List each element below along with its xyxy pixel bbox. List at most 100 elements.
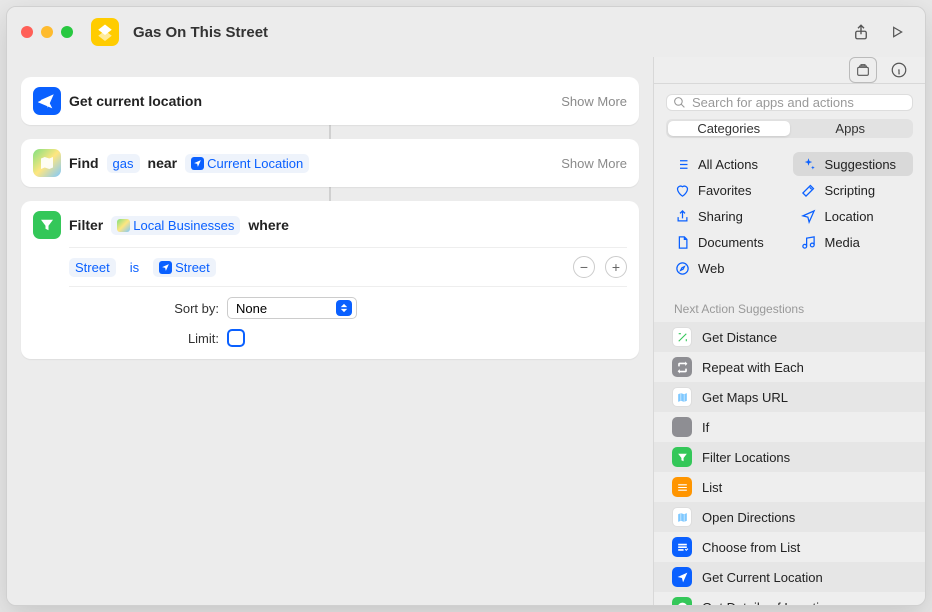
close-window-button[interactable] bbox=[21, 26, 33, 38]
titlebar: Gas On This Street bbox=[7, 7, 925, 57]
condition-operator[interactable]: is bbox=[124, 258, 145, 277]
limit-checkbox[interactable] bbox=[227, 329, 245, 347]
select-arrows-icon bbox=[336, 300, 352, 316]
limit-label: Limit: bbox=[69, 331, 219, 346]
share-icon bbox=[674, 208, 690, 224]
category-documents[interactable]: Documents bbox=[666, 230, 787, 254]
suggestion-label: Repeat with Each bbox=[702, 360, 804, 375]
suggestion-item[interactable]: Open Directions bbox=[654, 502, 925, 532]
run-button[interactable] bbox=[883, 19, 911, 45]
category-suggestions[interactable]: Suggestions bbox=[793, 152, 914, 176]
share-button[interactable] bbox=[847, 19, 875, 45]
suggestion-item[interactable]: Choose from List bbox=[654, 532, 925, 562]
choose-icon bbox=[672, 537, 692, 557]
suggestion-item[interactable]: Repeat with Each bbox=[654, 352, 925, 382]
navigate-icon bbox=[801, 208, 817, 224]
info-button[interactable] bbox=[885, 57, 913, 83]
library-tabs: Categories Apps bbox=[666, 119, 913, 138]
location-glyph-icon bbox=[159, 261, 172, 274]
add-condition-button[interactable]: + bbox=[605, 256, 627, 278]
zoom-window-button[interactable] bbox=[61, 26, 73, 38]
list-icon bbox=[672, 477, 692, 497]
local-businesses-token[interactable]: Local Businesses bbox=[111, 216, 240, 235]
list-icon bbox=[674, 156, 690, 172]
suggestion-label: Choose from List bbox=[702, 540, 800, 555]
workflow-editor: Get current location Show More Find gas … bbox=[7, 57, 653, 605]
category-all-actions[interactable]: All Actions bbox=[666, 152, 787, 176]
action-word-where: where bbox=[248, 217, 288, 233]
category-web[interactable]: Web bbox=[666, 256, 787, 280]
repeat-icon bbox=[672, 357, 692, 377]
suggestion-item[interactable]: Get Current Location bbox=[654, 562, 925, 592]
library-toggle-button[interactable] bbox=[849, 57, 877, 83]
suggestions-list: Get Distance Repeat with Each Get Maps URL… bbox=[654, 322, 925, 605]
search-term-token[interactable]: gas bbox=[107, 154, 140, 173]
current-location-token[interactable]: Current Location bbox=[185, 154, 309, 173]
heart-icon bbox=[674, 182, 690, 198]
remove-condition-button[interactable]: − bbox=[573, 256, 595, 278]
action-word-find: Find bbox=[69, 155, 99, 171]
sort-by-label: Sort by: bbox=[69, 301, 219, 316]
location-icon bbox=[672, 567, 692, 587]
suggestion-item[interactable]: Filter Locations bbox=[654, 442, 925, 472]
search-placeholder: Search for apps and actions bbox=[692, 95, 854, 110]
maps-glyph-icon bbox=[117, 219, 130, 232]
if-icon bbox=[672, 417, 692, 437]
window-controls bbox=[21, 26, 73, 38]
sparkle-icon bbox=[801, 156, 817, 172]
category-media[interactable]: Media bbox=[793, 230, 914, 254]
minimize-window-button[interactable] bbox=[41, 26, 53, 38]
tab-categories[interactable]: Categories bbox=[668, 121, 790, 136]
suggestion-label: Get Current Location bbox=[702, 570, 823, 585]
category-scripting[interactable]: Scripting bbox=[793, 178, 914, 202]
category-grid: All Actions Suggestions Favorites Script… bbox=[654, 148, 925, 290]
document-icon bbox=[674, 234, 690, 250]
suggestion-label: Get Distance bbox=[702, 330, 777, 345]
action-word-filter: Filter bbox=[69, 217, 103, 233]
action-word-near: near bbox=[148, 155, 178, 171]
suggestions-header: Next Action Suggestions bbox=[654, 294, 925, 322]
suggestion-label: Get Maps URL bbox=[702, 390, 788, 405]
action-title: Get current location bbox=[69, 93, 202, 109]
search-input[interactable]: Search for apps and actions bbox=[666, 94, 913, 111]
sort-by-value: None bbox=[236, 301, 267, 316]
maps-icon bbox=[672, 507, 692, 527]
details-icon bbox=[672, 597, 692, 605]
filter-icon bbox=[672, 447, 692, 467]
action-find-places[interactable]: Find gas near Current Location Show More bbox=[21, 139, 639, 187]
app-window: Gas On This Street Get current location … bbox=[6, 6, 926, 606]
suggestion-label: List bbox=[702, 480, 722, 495]
condition-field[interactable]: Street bbox=[69, 258, 116, 277]
window-title: Gas On This Street bbox=[133, 24, 268, 41]
filter-condition-row: Street is Street − + bbox=[69, 247, 627, 287]
maps-icon bbox=[33, 149, 61, 177]
location-icon bbox=[33, 87, 61, 115]
tab-apps[interactable]: Apps bbox=[790, 121, 912, 136]
suggestion-label: Filter Locations bbox=[702, 450, 790, 465]
condition-value-token[interactable]: Street bbox=[153, 258, 216, 277]
music-icon bbox=[801, 234, 817, 250]
suggestion-label: If bbox=[702, 420, 709, 435]
connector bbox=[329, 125, 331, 139]
show-more-button[interactable]: Show More bbox=[561, 156, 627, 171]
category-location[interactable]: Location bbox=[793, 204, 914, 228]
action-filter[interactable]: Filter Local Businesses where Street is … bbox=[21, 201, 639, 359]
suggestion-item[interactable]: Get Details of Locations bbox=[654, 592, 925, 605]
connector bbox=[329, 187, 331, 201]
maps-icon bbox=[672, 387, 692, 407]
safari-icon bbox=[674, 260, 690, 276]
suggestion-item[interactable]: List bbox=[654, 472, 925, 502]
library-sidebar: Search for apps and actions Categories A… bbox=[653, 57, 925, 605]
filter-icon bbox=[33, 211, 61, 239]
show-more-button[interactable]: Show More bbox=[561, 94, 627, 109]
category-sharing[interactable]: Sharing bbox=[666, 204, 787, 228]
suggestion-item[interactable]: Get Maps URL bbox=[654, 382, 925, 412]
suggestion-item[interactable]: If bbox=[654, 412, 925, 442]
action-get-current-location[interactable]: Get current location Show More bbox=[21, 77, 639, 125]
suggestion-label: Open Directions bbox=[702, 510, 795, 525]
sort-by-select[interactable]: None bbox=[227, 297, 357, 319]
distance-icon bbox=[672, 327, 692, 347]
suggestion-label: Get Details of Locations bbox=[702, 600, 840, 606]
suggestion-item[interactable]: Get Distance bbox=[654, 322, 925, 352]
category-favorites[interactable]: Favorites bbox=[666, 178, 787, 202]
